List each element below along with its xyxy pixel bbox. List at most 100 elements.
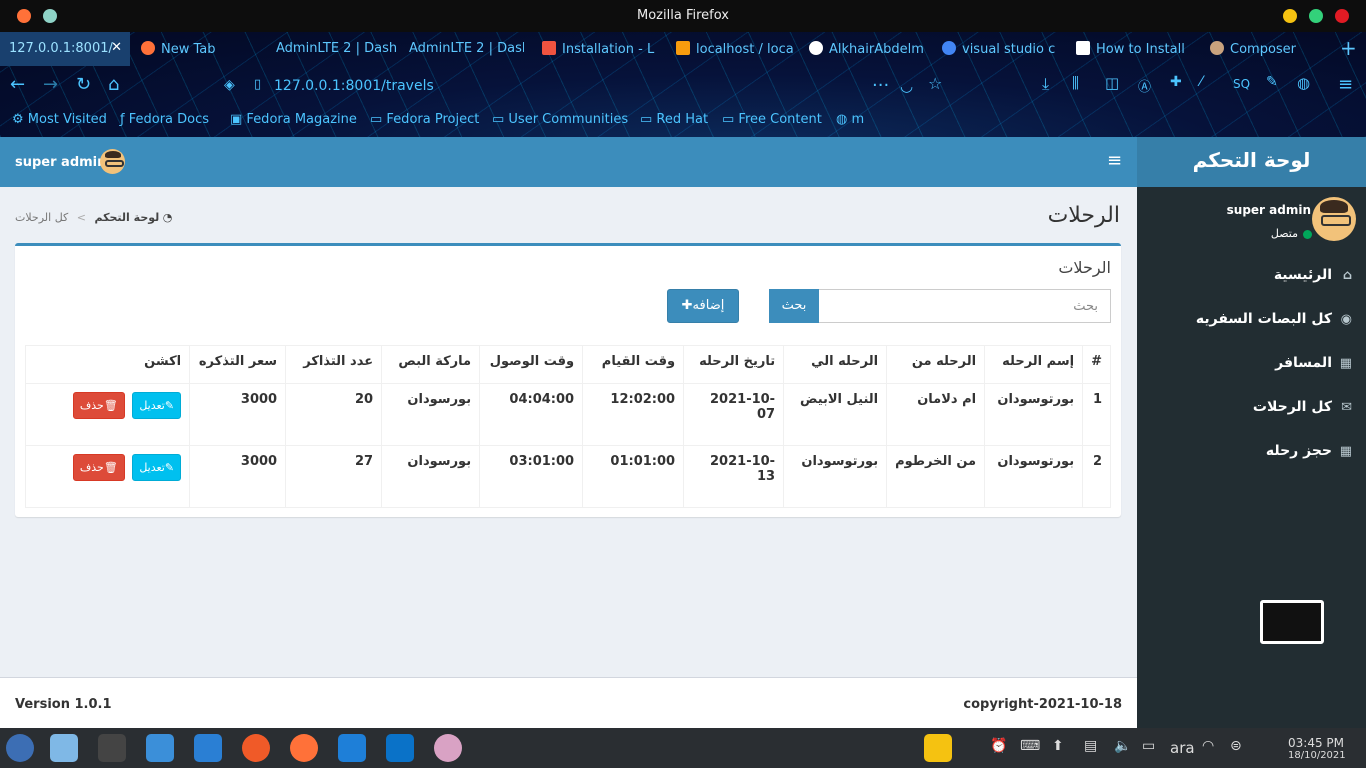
reload-icon[interactable]: ↻: [76, 74, 91, 95]
update-icon[interactable]: ⬆: [1052, 738, 1064, 754]
battery-icon[interactable]: ▭: [1142, 738, 1155, 754]
header-user-name[interactable]: super admin: [15, 155, 106, 170]
firefox-icon[interactable]: [290, 734, 318, 762]
home-icon[interactable]: ⌂: [108, 74, 119, 95]
trash-icon: 🗑: [103, 461, 118, 474]
tab-adminlte-1[interactable]: AdminLTE 2 | Dash: [276, 32, 401, 66]
on-screen-keyboard-icon[interactable]: [1260, 600, 1324, 644]
tab-label: visual studio c: [962, 42, 1056, 57]
globe-icon[interactable]: ◍: [1297, 74, 1310, 92]
alarm-icon[interactable]: ⏰: [990, 738, 1007, 754]
sidebar-item-booking[interactable]: ▦ حجز رحله: [1266, 443, 1352, 459]
url-input[interactable]: 127.0.0.1:8001/travels: [274, 78, 434, 94]
bookmark-star-icon[interactable]: ☆: [928, 74, 942, 93]
notes-icon[interactable]: [924, 734, 952, 762]
shield-icon[interactable]: ◈: [224, 77, 235, 93]
delete-button[interactable]: 🗑حذف: [72, 454, 125, 481]
page-actions-icon[interactable]: ···: [872, 75, 889, 96]
column-header: الرحله من: [886, 345, 986, 384]
tab-new[interactable]: New Tab: [141, 32, 266, 66]
table-cell: 3000: [189, 383, 287, 446]
da-icon: [1076, 41, 1090, 55]
bookmark-fedora-docs[interactable]: ƒ Fedora Docs: [120, 112, 209, 127]
search-input[interactable]: بحث: [769, 289, 1111, 323]
tab-github[interactable]: AlkhairAbdelm: [809, 32, 934, 66]
tab-adminlte-2[interactable]: AdminLTE 2 | Dash: [409, 32, 524, 66]
edit-button[interactable]: ✎تعديل: [132, 392, 182, 419]
bookmark-user-communities[interactable]: ▭ User Communities: [492, 112, 628, 127]
sidebar-icon[interactable]: ◫: [1105, 74, 1119, 92]
avatar[interactable]: [100, 149, 125, 174]
sidebar-toggle-icon[interactable]: ≡: [1107, 150, 1122, 171]
tab-active[interactable]: 127.0.0.1:8001/ ✕: [0, 32, 130, 66]
bookmark-red-hat[interactable]: ▭ Red Hat: [640, 112, 708, 127]
tab-phpmyadmin[interactable]: localhost / loca: [676, 32, 801, 66]
back-icon[interactable]: ←: [10, 74, 25, 95]
extension-icon[interactable]: ✚: [1170, 74, 1182, 90]
clock-time[interactable]: 03:45 PM: [1288, 736, 1344, 750]
close-tab-icon[interactable]: ✕: [111, 40, 122, 55]
breadcrumb-home[interactable]: ◔ لوحة التحكم: [94, 211, 172, 224]
library-icon[interactable]: ⫼: [1072, 74, 1079, 92]
tab-label: 127.0.0.1:8001/: [9, 41, 113, 56]
extension-icon[interactable]: ✎: [1266, 74, 1278, 90]
extension-sq-icon[interactable]: SQ: [1233, 77, 1250, 91]
table-cell: بورتوسودان: [984, 383, 1084, 446]
bookmark-most-visited[interactable]: ⚙ Most Visited: [12, 112, 107, 127]
extension-a-icon[interactable]: Ⓐ: [1138, 76, 1151, 95]
volume-icon[interactable]: 🔈: [1114, 738, 1131, 754]
minimize-button[interactable]: [1283, 9, 1297, 23]
pocket-icon[interactable]: ◡: [900, 77, 913, 95]
tab-how-to-install[interactable]: How to Install: [1076, 32, 1201, 66]
app-icon[interactable]: [50, 734, 78, 762]
bookmark-free-content[interactable]: ▭ Free Content: [722, 112, 822, 127]
forward-icon[interactable]: →: [43, 74, 58, 95]
edit-button[interactable]: ✎تعديل: [132, 454, 182, 481]
maximize-button[interactable]: [1309, 9, 1323, 23]
column-header: ماركة البص: [381, 345, 481, 384]
sidebar-item-buses[interactable]: ◉ كل البصات السفريه: [1196, 311, 1352, 327]
tab-composer[interactable]: Composer: [1210, 32, 1330, 66]
vscode-icon[interactable]: [386, 734, 414, 762]
window-titlebar: Mozilla Firefox: [0, 0, 1366, 32]
column-header: وقت القيام: [582, 345, 685, 384]
app-logo[interactable]: لوحة التحكم: [1137, 137, 1366, 187]
close-button[interactable]: [1335, 9, 1349, 23]
bookmark-m[interactable]: ◍ m: [836, 112, 864, 127]
menu-icon[interactable]: ≡: [1338, 74, 1353, 95]
clock-date[interactable]: 18/10/2021: [1288, 750, 1346, 761]
bookmark-fedora-project[interactable]: ▭ Fedora Project: [370, 112, 479, 127]
language-indicator[interactable]: ara: [1170, 739, 1195, 757]
sidebar-item-passenger[interactable]: ▦ المسافر: [1275, 355, 1352, 371]
search-button[interactable]: بحث: [769, 289, 819, 323]
sidebar-item-home[interactable]: ⌂ الرئيسية: [1274, 267, 1352, 283]
download-icon[interactable]: ⤓: [1042, 74, 1049, 94]
postman-icon[interactable]: [242, 734, 270, 762]
table-cell: 01:01:00: [582, 445, 685, 508]
wifi-icon[interactable]: ◠: [1202, 738, 1214, 754]
add-button[interactable]: ✚إضافه: [667, 289, 739, 323]
sidebar-item-travels[interactable]: ✉ كل الرحلات: [1253, 399, 1352, 415]
app-icon[interactable]: [434, 734, 462, 762]
tab-google[interactable]: visual studio c: [942, 32, 1067, 66]
toggle-icon[interactable]: ⊜: [1230, 738, 1242, 754]
bookmark-fedora-magazine[interactable]: ▣ Fedora Magazine: [230, 112, 357, 127]
store-icon[interactable]: [194, 734, 222, 762]
table-cell: من الخرطوم: [886, 445, 986, 508]
file-manager-icon[interactable]: [146, 734, 174, 762]
extension-icon[interactable]: ⁄: [1200, 74, 1202, 90]
firefox-icon: [141, 41, 155, 55]
table-row: 2 بورتوسودان من الخرطوم بورتوسودان 2021-…: [24, 445, 1111, 508]
new-tab-button[interactable]: +: [1340, 32, 1360, 66]
keyboard-icon[interactable]: ⌨: [1020, 738, 1040, 754]
delete-button[interactable]: 🗑حذف: [72, 392, 125, 419]
settings-icon[interactable]: [98, 734, 126, 762]
sidebar: super admin متصل ⌂ الرئيسية ◉ كل البصات ال…: [1137, 187, 1366, 728]
tab-installation[interactable]: Installation - L: [542, 32, 667, 66]
plus-icon: ✚: [681, 298, 693, 313]
writer-icon[interactable]: [338, 734, 366, 762]
fedora-menu-icon[interactable]: [6, 734, 34, 762]
table-cell: 2021-10-07: [683, 383, 785, 446]
grid-icon: ▦: [1339, 444, 1352, 459]
clipboard-icon[interactable]: ▤: [1084, 738, 1097, 754]
